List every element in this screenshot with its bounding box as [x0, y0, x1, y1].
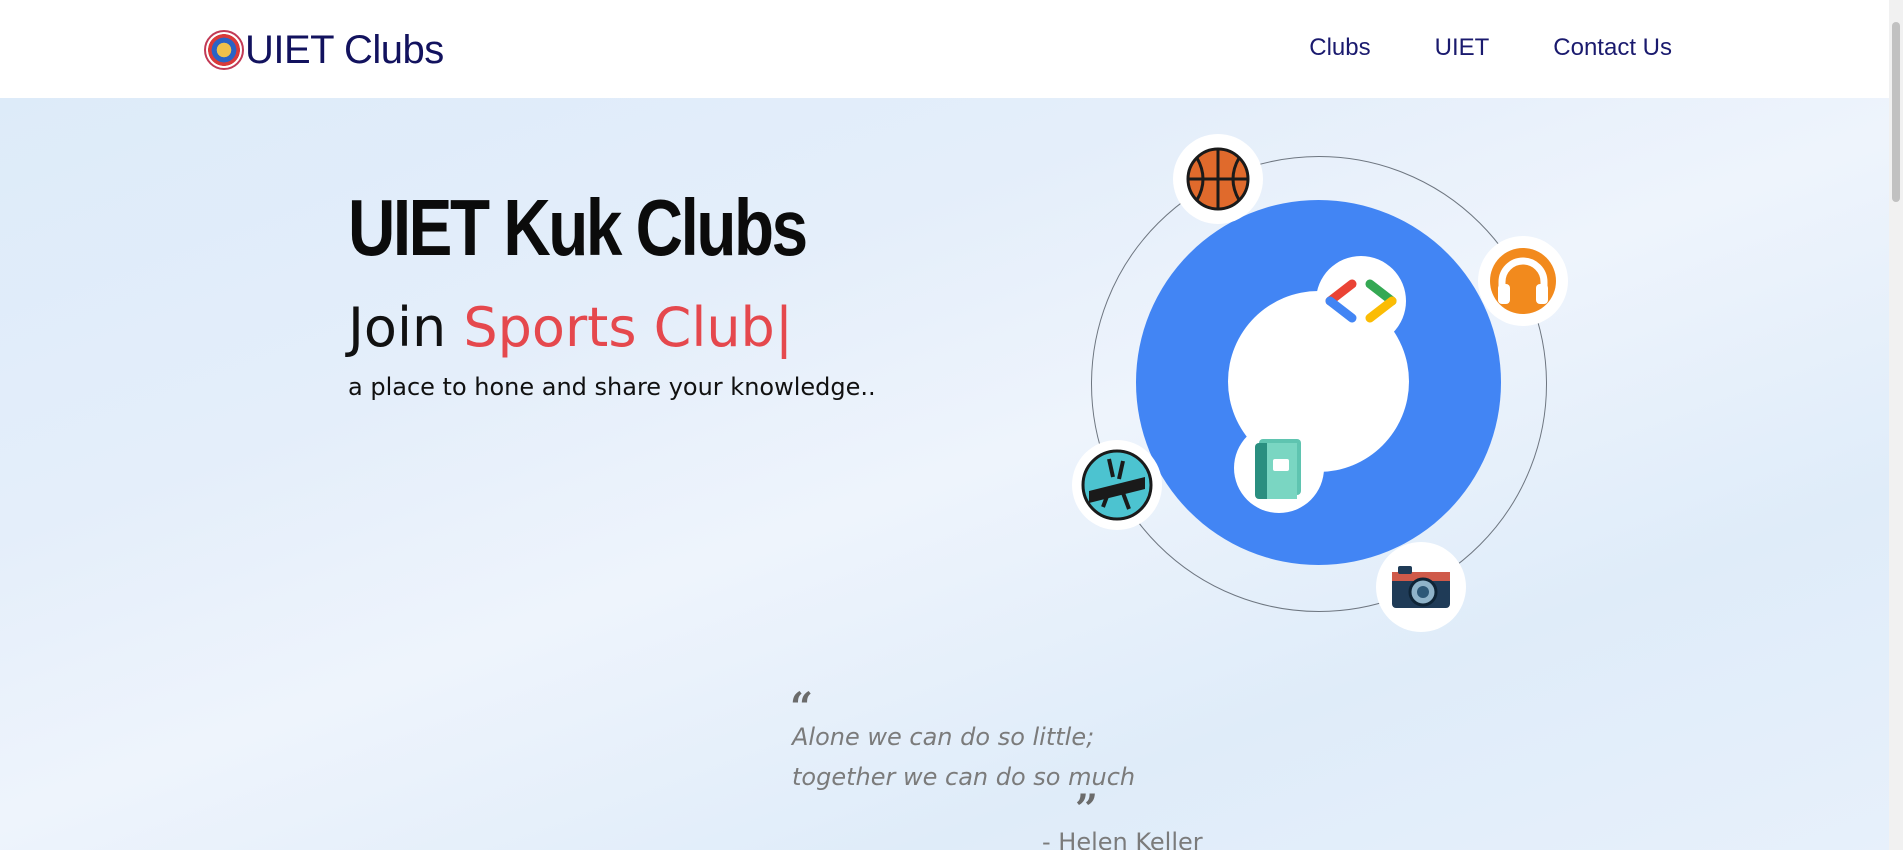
- uiet-logo-icon: [204, 30, 244, 70]
- page-scrollbar[interactable]: [1889, 0, 1903, 850]
- quote-author: - Helen Keller: [1042, 828, 1203, 850]
- headphones-icon: [1478, 236, 1568, 326]
- quote-close-mark: ”: [1075, 786, 1099, 833]
- scrollbar-thumb[interactable]: [1892, 22, 1900, 202]
- basketball-icon: [1173, 134, 1263, 224]
- nav-link-clubs[interactable]: Clubs: [1309, 34, 1370, 62]
- code-icon: [1316, 256, 1406, 346]
- camera-icon: [1376, 542, 1466, 632]
- nav-link-uiet[interactable]: UIET: [1435, 34, 1490, 62]
- navbar: UIET Clubs Clubs UIET Contact Us: [0, 0, 1903, 98]
- join-prefix: Join: [348, 296, 464, 359]
- hero-title: UIET Kuk Clubs: [348, 183, 808, 272]
- quote-open-mark: “: [790, 684, 814, 731]
- book-icon: [1234, 423, 1324, 513]
- brand-link[interactable]: UIET Clubs: [204, 26, 444, 74]
- typed-club-name: Sports Club: [463, 296, 775, 359]
- typing-cursor: |: [774, 296, 794, 359]
- dance-icon: [1072, 440, 1162, 530]
- nav-link-contact-us[interactable]: Contact Us: [1553, 34, 1672, 62]
- brand-title: UIET Clubs: [245, 27, 444, 72]
- quote-line-1: Alone we can do so little;: [792, 723, 1095, 751]
- hero-subtitle: a place to hone and share your knowledge…: [348, 373, 876, 401]
- nav-links: Clubs UIET Contact Us: [1309, 34, 1672, 62]
- hero-join-line: Join Sports Club|: [348, 296, 793, 359]
